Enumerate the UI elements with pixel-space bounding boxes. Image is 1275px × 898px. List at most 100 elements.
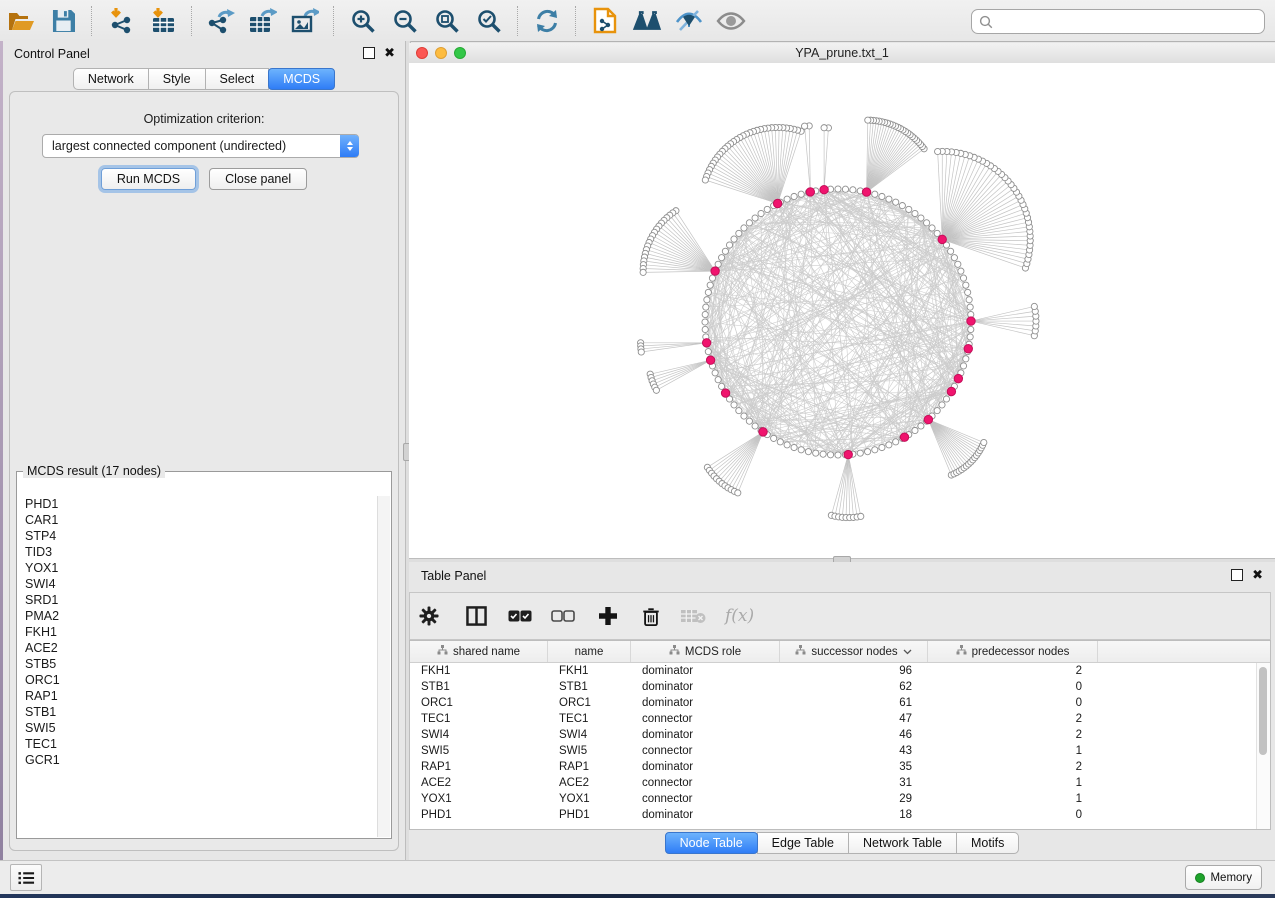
table-scrollbar[interactable]: [1256, 663, 1270, 829]
hide-graphics-details-icon[interactable]: [674, 7, 704, 35]
result-node[interactable]: SWI4: [25, 576, 378, 592]
network-canvas[interactable]: [409, 63, 1275, 558]
close-panel-button[interactable]: Close panel: [209, 168, 307, 190]
zoom-fit-icon[interactable]: [432, 7, 462, 35]
result-node[interactable]: STB1: [25, 704, 378, 720]
close-table-panel-icon[interactable]: ✖: [1252, 570, 1263, 580]
table-cell: YOX1: [548, 793, 631, 805]
toolbar-separator: [575, 6, 577, 36]
network-graph[interactable]: [409, 63, 1275, 558]
memory-button[interactable]: Memory: [1185, 865, 1262, 890]
table-row[interactable]: PHD1PHD1dominator180: [410, 807, 1257, 823]
table-cell: FKH1: [410, 665, 548, 677]
memory-status-icon: [1195, 873, 1205, 883]
result-node[interactable]: STB5: [25, 656, 378, 672]
new-network-from-selection-icon[interactable]: [590, 7, 620, 35]
result-node[interactable]: TID3: [25, 544, 378, 560]
export-network-icon[interactable]: [206, 7, 236, 35]
network-search-box[interactable]: [971, 9, 1265, 34]
open-session-icon[interactable]: [6, 7, 36, 35]
table-cell: 0: [928, 697, 1098, 709]
result-node[interactable]: SRD1: [25, 592, 378, 608]
result-node[interactable]: PMA2: [25, 608, 378, 624]
zoom-out-icon[interactable]: [390, 7, 420, 35]
control-panel-header: Control Panel ✖: [3, 41, 405, 65]
settings-gear-icon[interactable]: [419, 606, 439, 626]
search-input[interactable]: [997, 12, 1264, 32]
table-cell: FKH1: [548, 665, 631, 677]
table-row[interactable]: FKH1FKH1dominator962: [410, 663, 1257, 679]
table-row[interactable]: STB1STB1dominator620: [410, 679, 1257, 695]
result-node[interactable]: PHD1: [25, 496, 378, 512]
result-node[interactable]: YOX1: [25, 560, 378, 576]
network-window-title: YPA_prune.txt_1: [409, 46, 1275, 60]
result-node[interactable]: ACE2: [25, 640, 378, 656]
criterion-value: largest connected component (undirected): [43, 139, 340, 153]
toolbar-separator: [517, 6, 519, 36]
dropdown-stepper-icon: [340, 135, 359, 157]
delete-column-icon[interactable]: [641, 606, 661, 627]
table-cell: 0: [928, 809, 1098, 821]
select-all-icon[interactable]: [508, 610, 532, 622]
tab-select[interactable]: Select: [205, 68, 270, 90]
table-row[interactable]: SWI4SWI4dominator462: [410, 727, 1257, 743]
add-column-icon[interactable]: [598, 606, 618, 626]
column-header-predecessor-nodes[interactable]: predecessor nodes: [928, 641, 1098, 662]
apply-layout-icon[interactable]: [532, 7, 562, 35]
task-history-button[interactable]: [10, 864, 42, 891]
save-session-icon[interactable]: [48, 7, 78, 35]
result-node[interactable]: FKH1: [25, 624, 378, 640]
close-panel-icon[interactable]: ✖: [384, 48, 395, 58]
criterion-dropdown[interactable]: largest connected component (undirected): [42, 134, 359, 158]
result-node[interactable]: TEC1: [25, 736, 378, 752]
tab-mcds[interactable]: MCDS: [268, 68, 335, 90]
control-panel: Control Panel ✖ NetworkStyleSelectMCDS O…: [3, 41, 405, 860]
column-view-icon[interactable]: [466, 606, 487, 626]
table-tab-node-table[interactable]: Node Table: [665, 832, 758, 854]
mcds-result-title: MCDS result (17 nodes): [23, 464, 165, 478]
table-cell: 0: [928, 681, 1098, 693]
table-cell: 47: [780, 713, 928, 725]
column-header-shared-name[interactable]: shared name: [410, 641, 548, 662]
result-node[interactable]: SWI5: [25, 720, 378, 736]
result-node[interactable]: CAR1: [25, 512, 378, 528]
scrollbar-thumb[interactable]: [1259, 667, 1267, 755]
table-cell: SWI4: [410, 729, 548, 741]
deselect-all-icon[interactable]: [551, 610, 575, 622]
table-cell: 2: [928, 713, 1098, 725]
export-table-icon[interactable]: [248, 7, 278, 35]
result-node[interactable]: RAP1: [25, 688, 378, 704]
result-list-scrollbar[interactable]: [377, 496, 390, 837]
table-tab-network-table[interactable]: Network Table: [848, 832, 957, 854]
table-cell: dominator: [631, 665, 780, 677]
table-tab-edge-table[interactable]: Edge Table: [757, 832, 849, 854]
result-node[interactable]: STP4: [25, 528, 378, 544]
run-mcds-button[interactable]: Run MCDS: [101, 168, 196, 190]
column-header-successor-nodes[interactable]: successor nodes: [780, 641, 928, 662]
import-table-icon[interactable]: [148, 7, 178, 35]
table-cell: PHD1: [548, 809, 631, 821]
export-image-icon[interactable]: [290, 7, 320, 35]
binoculars-icon[interactable]: [632, 7, 662, 35]
tab-network[interactable]: Network: [73, 68, 149, 90]
table-row[interactable]: TEC1TEC1connector472: [410, 711, 1257, 727]
column-header-MCDS-role[interactable]: MCDS role: [631, 641, 780, 662]
zoom-selected-icon[interactable]: [474, 7, 504, 35]
zoom-in-icon[interactable]: [348, 7, 378, 35]
table-row[interactable]: RAP1RAP1dominator352: [410, 759, 1257, 775]
float-panel-icon[interactable]: [363, 47, 375, 59]
table-row[interactable]: ACE2ACE2connector311: [410, 775, 1257, 791]
table-row[interactable]: SWI5SWI5connector431: [410, 743, 1257, 759]
table-row[interactable]: YOX1YOX1connector291: [410, 791, 1257, 807]
result-node[interactable]: ORC1: [25, 672, 378, 688]
table-tab-motifs[interactable]: Motifs: [956, 832, 1019, 854]
graphics-details-eye-icon[interactable]: [716, 7, 746, 35]
table-tabs: Node TableEdge TableNetwork TableMotifs: [409, 832, 1275, 854]
float-table-panel-icon[interactable]: [1231, 569, 1243, 581]
tab-style[interactable]: Style: [148, 68, 206, 90]
result-node[interactable]: GCR1: [25, 752, 378, 768]
column-header-name[interactable]: name: [548, 641, 631, 662]
table-row[interactable]: ORC1ORC1dominator610: [410, 695, 1257, 711]
import-network-icon[interactable]: [106, 7, 136, 35]
table-cell: 61: [780, 697, 928, 709]
